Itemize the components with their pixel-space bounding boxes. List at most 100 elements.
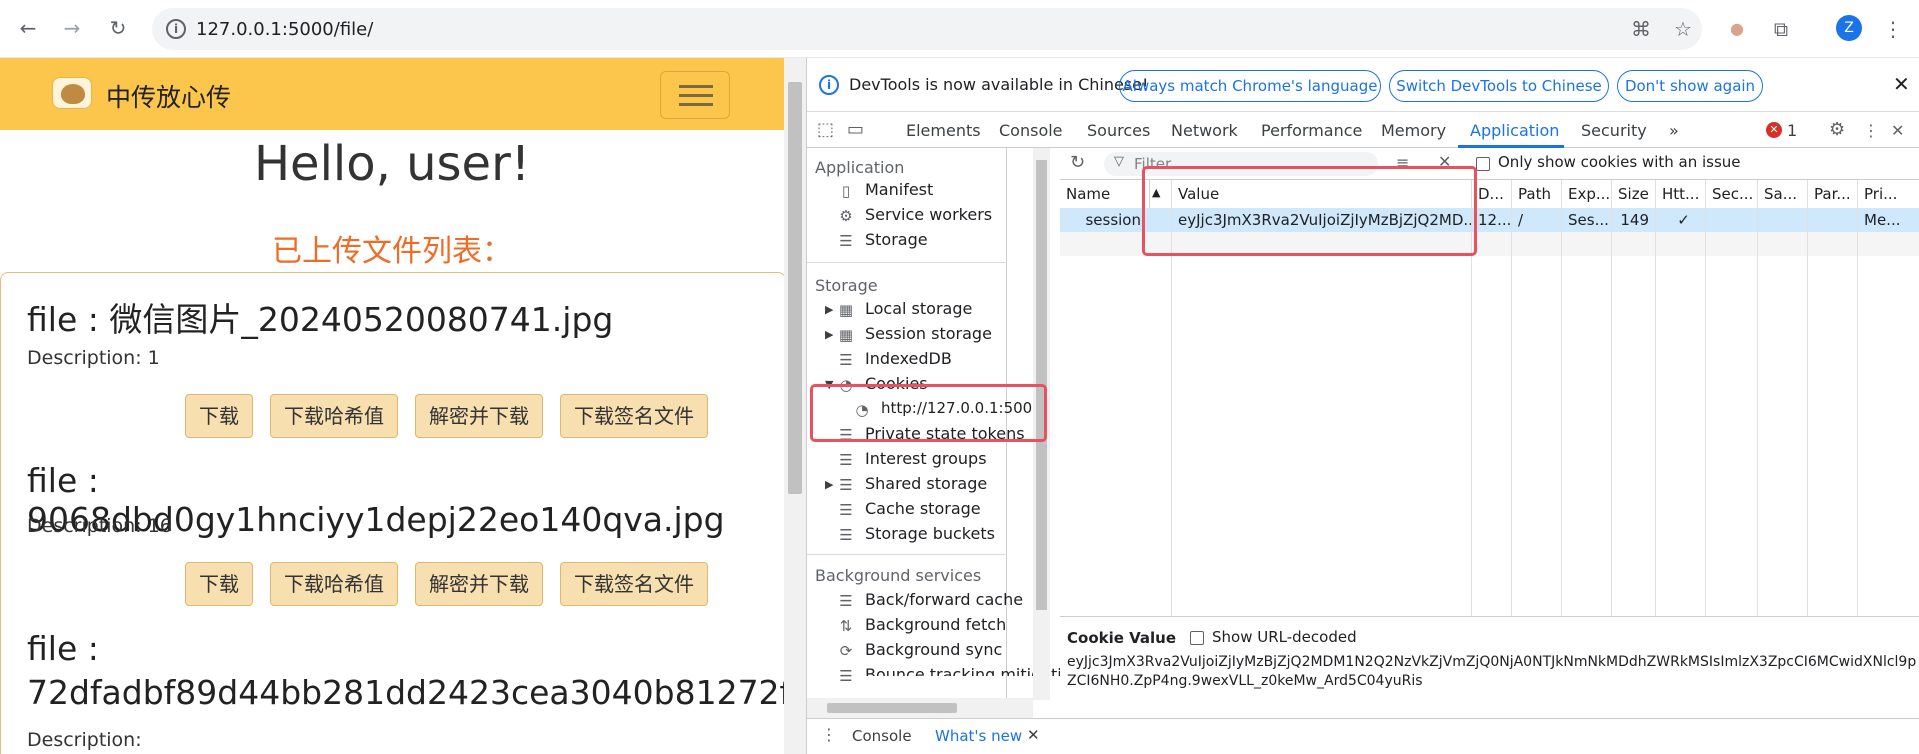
bookmark-star-icon[interactable]: ☆ bbox=[1670, 16, 1696, 42]
column-header-expires[interactable]: Exp... bbox=[1562, 180, 1612, 208]
site-logo[interactable] bbox=[52, 77, 92, 109]
column-header-samesite[interactable]: Sa... bbox=[1758, 180, 1808, 208]
error-count[interactable]: 1 bbox=[1787, 121, 1797, 140]
page-title: Hello, user! bbox=[253, 136, 531, 192]
cookie-priority[interactable]: Me... bbox=[1858, 208, 1919, 232]
close-icon[interactable]: ✕ bbox=[1893, 72, 1910, 96]
decrypt-download-button[interactable]: 解密并下载 bbox=[415, 394, 543, 438]
cookie-value-text[interactable]: eyJjc3JmX3Rva2VuIjoiZjIyMzBjZjQ2MDM1N2Q2… bbox=[1067, 653, 1917, 691]
sidebar-item-session-storage[interactable]: Session storage bbox=[865, 324, 992, 343]
tab-elements[interactable]: Elements bbox=[906, 121, 981, 140]
tab-console[interactable]: Console bbox=[999, 121, 1063, 140]
sidebar-item-storage-buckets[interactable]: Storage buckets bbox=[865, 524, 995, 543]
sidebar-item-storage[interactable]: Storage bbox=[865, 230, 928, 249]
file-title: file : bbox=[27, 629, 99, 668]
column-header-secure[interactable]: Sec... bbox=[1706, 180, 1758, 208]
file-list-title: 已上传文件列表： bbox=[272, 234, 512, 269]
navbar-toggle-button[interactable] bbox=[660, 71, 730, 119]
tab-sources[interactable]: Sources bbox=[1087, 121, 1150, 140]
expand-arrow-icon[interactable]: ▶ bbox=[825, 328, 833, 341]
hamburger-icon bbox=[679, 85, 713, 88]
sidebar-horizontal-scrollbar[interactable] bbox=[807, 698, 1033, 718]
sidebar-item-background-fetch[interactable]: Background fetch bbox=[865, 615, 1006, 634]
page-scrollbar[interactable] bbox=[784, 58, 806, 754]
cookie-size[interactable]: 149 bbox=[1612, 208, 1656, 232]
switch-to-chinese-button[interactable]: Switch DevTools to Chinese bbox=[1389, 70, 1609, 102]
tab-memory[interactable]: Memory bbox=[1381, 121, 1446, 140]
drawer-menu-icon[interactable]: ⋮ bbox=[821, 725, 837, 744]
expand-arrow-icon[interactable]: ▶ bbox=[825, 478, 833, 491]
extension-icon[interactable]: ● bbox=[1724, 16, 1750, 42]
tab-network[interactable]: Network bbox=[1171, 121, 1238, 140]
tab-security[interactable]: Security bbox=[1581, 121, 1647, 140]
column-header-priority[interactable]: Pri... bbox=[1858, 180, 1919, 208]
column-header-name[interactable]: Name bbox=[1060, 180, 1150, 208]
tab-application[interactable]: Application bbox=[1470, 121, 1559, 140]
cookie-samesite[interactable] bbox=[1758, 208, 1808, 232]
download-button[interactable]: 下载 bbox=[185, 562, 253, 606]
sidebar-item-indexeddb[interactable]: IndexedDB bbox=[865, 349, 952, 368]
cookie-httponly[interactable]: ✓ bbox=[1656, 208, 1706, 232]
sidebar-item-shared-storage[interactable]: Shared storage bbox=[865, 474, 987, 493]
translate-icon[interactable]: ⌘ bbox=[1628, 16, 1654, 42]
extensions-puzzle-icon[interactable]: ⧉ bbox=[1768, 16, 1794, 42]
download-hash-button[interactable]: 下载哈希值 bbox=[270, 562, 398, 606]
cookie-secure[interactable] bbox=[1706, 208, 1758, 232]
settings-gear-icon[interactable]: ⚙ bbox=[1829, 119, 1845, 140]
error-count-badge[interactable]: ✕ bbox=[1766, 122, 1782, 138]
inspect-element-icon[interactable]: ⬚ bbox=[817, 119, 834, 140]
sidebar-item-interest-groups[interactable]: Interest groups bbox=[865, 449, 987, 468]
sidebar-item-bfcache[interactable]: Back/forward cache bbox=[865, 590, 1023, 609]
site-brand[interactable]: 中传放心传 bbox=[106, 78, 231, 114]
site-info-icon[interactable]: i bbox=[166, 19, 186, 39]
tab-performance[interactable]: Performance bbox=[1261, 121, 1362, 140]
expand-arrow-icon[interactable]: ▶ bbox=[825, 303, 833, 316]
drawer-tab-whats-new[interactable]: What's new bbox=[935, 727, 1022, 745]
sidebar-item-local-storage[interactable]: Local storage bbox=[865, 299, 972, 318]
drawer-tab-console[interactable]: Console bbox=[852, 727, 912, 745]
cookie-domain[interactable]: 12... bbox=[1472, 208, 1512, 232]
refresh-icon[interactable]: ↻ bbox=[1070, 152, 1085, 173]
avatar[interactable]: Z bbox=[1836, 15, 1862, 41]
column-header-domain[interactable]: D... bbox=[1472, 180, 1512, 208]
address-bar[interactable]: i 127.0.0.1:5000/file/ ⌘ ☆ bbox=[152, 8, 1702, 50]
sidebar-item-background-sync[interactable]: Background sync bbox=[865, 640, 1002, 659]
decrypt-download-button[interactable]: 解密并下载 bbox=[415, 562, 543, 606]
download-signature-button[interactable]: 下载签名文件 bbox=[560, 394, 708, 438]
dont-show-again-button[interactable]: Don't show again bbox=[1617, 70, 1763, 102]
sidebar-item-bounce-tracking[interactable]: Bounce tracking mitigations bbox=[865, 665, 1090, 676]
database-icon: ☰ bbox=[839, 592, 853, 610]
column-divider bbox=[1655, 180, 1656, 616]
back-arrow-icon[interactable]: ← bbox=[14, 14, 42, 42]
devtools-panel: i DevTools is now available in Chinese! … bbox=[806, 58, 1919, 754]
scrollbar-thumb[interactable] bbox=[788, 82, 802, 494]
column-header-partition[interactable]: Par... bbox=[1808, 180, 1858, 208]
more-tabs-icon[interactable]: » bbox=[1669, 121, 1679, 140]
show-url-decoded-checkbox[interactable] bbox=[1190, 631, 1204, 645]
sidebar-item-service-workers[interactable]: Service workers bbox=[865, 205, 992, 224]
highlight-cookies bbox=[810, 384, 1047, 442]
download-hash-button[interactable]: 下载哈希值 bbox=[270, 394, 398, 438]
cookie-path[interactable]: / bbox=[1512, 208, 1562, 232]
close-drawer-tab-icon[interactable]: ✕ bbox=[1027, 726, 1040, 744]
cookie-expires[interactable]: Ses... bbox=[1562, 208, 1612, 232]
menu-kebab-icon[interactable]: ⋮ bbox=[1880, 16, 1906, 42]
close-devtools-icon[interactable]: ✕ bbox=[1891, 121, 1904, 140]
only-issue-checkbox[interactable] bbox=[1476, 157, 1490, 171]
reload-icon[interactable]: ↻ bbox=[104, 14, 132, 42]
column-header-size[interactable]: Size bbox=[1612, 180, 1656, 208]
scrollbar-thumb[interactable] bbox=[827, 703, 957, 713]
download-signature-button[interactable]: 下载签名文件 bbox=[560, 562, 708, 606]
column-header-httponly[interactable]: Htt... bbox=[1656, 180, 1706, 208]
forward-arrow-icon[interactable]: → bbox=[58, 14, 86, 42]
cookie-partition[interactable] bbox=[1808, 208, 1858, 232]
column-header-path[interactable]: Path bbox=[1512, 180, 1562, 208]
download-button[interactable]: 下载 bbox=[185, 394, 253, 438]
device-toolbar-icon[interactable]: ▭ bbox=[847, 119, 864, 140]
sidebar-item-cache-storage[interactable]: Cache storage bbox=[865, 499, 981, 518]
always-match-language-button[interactable]: Always match Chrome's language bbox=[1119, 70, 1381, 102]
more-options-icon[interactable]: ⋮ bbox=[1863, 121, 1879, 140]
sidebar-item-manifest[interactable]: Manifest bbox=[865, 180, 933, 199]
web-page: 中传放心传 Hello, user! 已上传文件列表： file : 微信图片_… bbox=[0, 58, 784, 754]
url-text[interactable]: 127.0.0.1:5000/file/ bbox=[196, 19, 373, 40]
